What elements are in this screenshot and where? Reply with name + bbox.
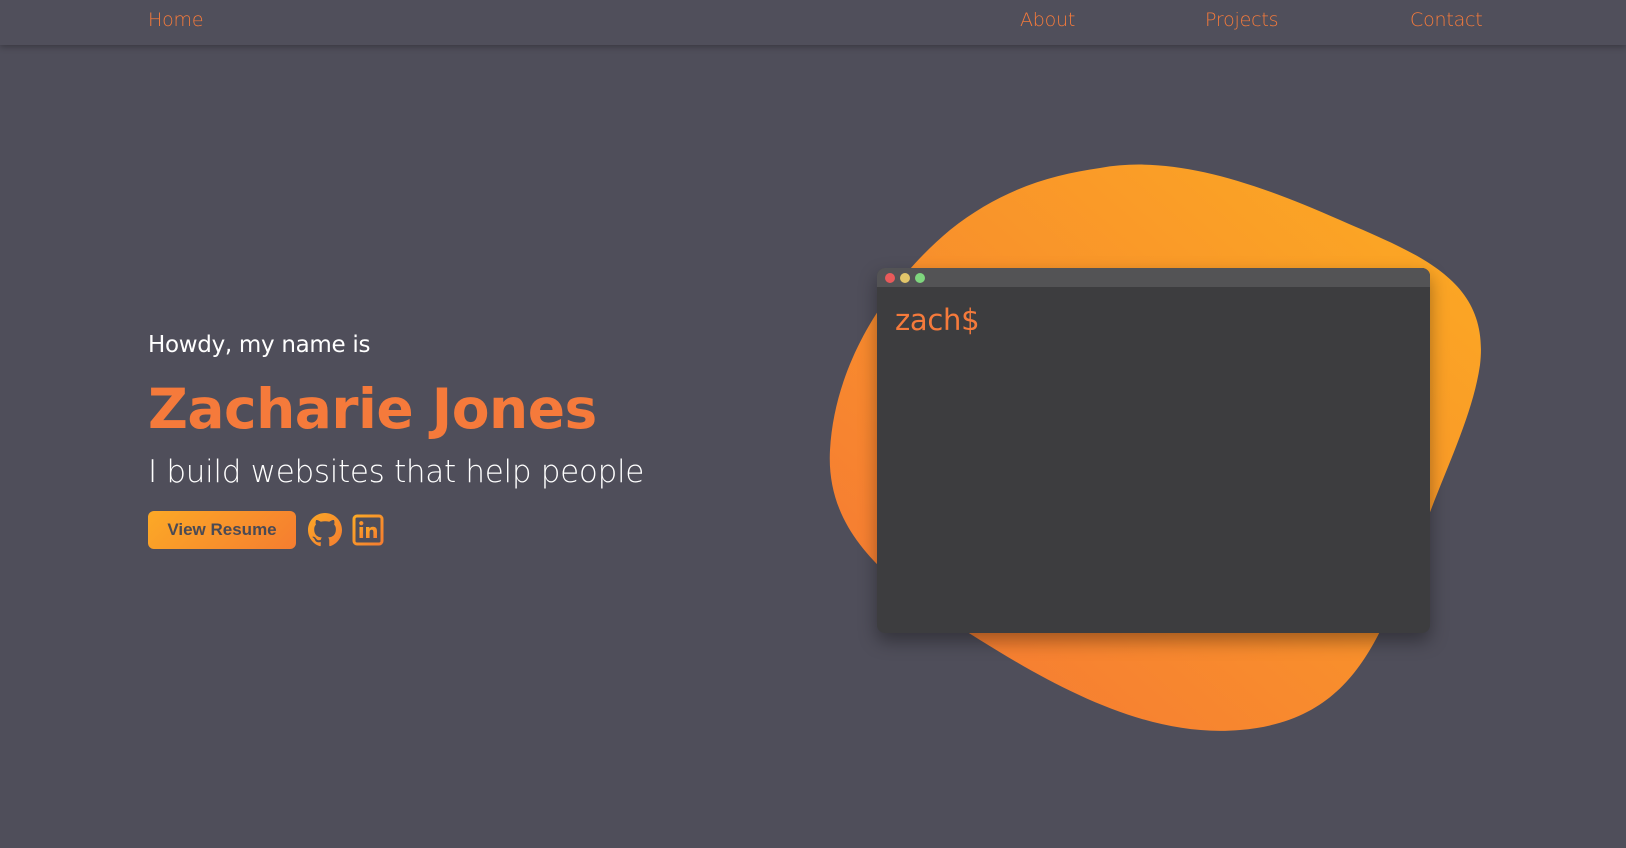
nav-about-link[interactable]: About: [1020, 9, 1075, 31]
linkedin-link[interactable]: [352, 514, 384, 546]
terminal-prompt: zach$: [895, 303, 980, 337]
close-dot-icon: [885, 273, 895, 283]
page-title: Zacharie Jones: [148, 377, 597, 441]
tagline-text: I build websites that help people: [148, 454, 645, 490]
hero-actions: View Resume: [148, 511, 708, 549]
greeting-text: Howdy, my name is: [148, 332, 371, 358]
terminal-window: zach$: [877, 268, 1430, 633]
minimize-dot-icon: [900, 273, 910, 283]
nav-projects-link[interactable]: Projects: [1205, 9, 1279, 31]
maximize-dot-icon: [915, 273, 925, 283]
linkedin-icon: [352, 514, 384, 546]
view-resume-button[interactable]: View Resume: [148, 511, 296, 549]
github-icon: [308, 513, 342, 547]
nav-home-link[interactable]: Home: [148, 9, 204, 31]
nav-contact-link[interactable]: Contact: [1410, 9, 1483, 31]
terminal-title-bar: [877, 268, 1430, 287]
hero-section: Howdy, my name is Zacharie Jones I build…: [148, 330, 708, 549]
github-link[interactable]: [308, 513, 342, 547]
navbar: Home About Projects Contact: [0, 0, 1626, 45]
